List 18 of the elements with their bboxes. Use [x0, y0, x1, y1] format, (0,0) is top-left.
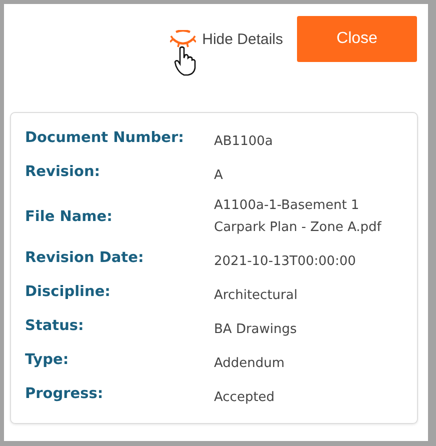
field-value: A — [214, 167, 224, 185]
field-value: 2021-10-13T00:00:00 — [214, 253, 357, 271]
field-label: Type: — [25, 351, 70, 370]
field-label: Revision Date: — [25, 249, 145, 268]
field-value: AB1100a — [214, 133, 274, 151]
field-value: Architectural — [214, 287, 298, 305]
field-label: Discipline: — [25, 283, 112, 302]
field-value: Addendum — [214, 355, 286, 373]
field-value: Accepted — [214, 389, 276, 407]
field-value: BA Drawings — [214, 321, 298, 339]
hide-details-toggle[interactable]: Hide Details — [170, 30, 283, 48]
field-label: Revision: — [25, 163, 102, 182]
field-label: File Name: — [25, 208, 114, 227]
field-label: Document Number: — [25, 129, 185, 148]
field-label: Status: — [25, 317, 85, 336]
field-label: Progress: — [25, 385, 104, 404]
field-value: A1100a-1-Basement 1 Carpark Plan - Zone A.pdf — [214, 197, 383, 237]
hand-cursor-icon — [174, 46, 196, 76]
